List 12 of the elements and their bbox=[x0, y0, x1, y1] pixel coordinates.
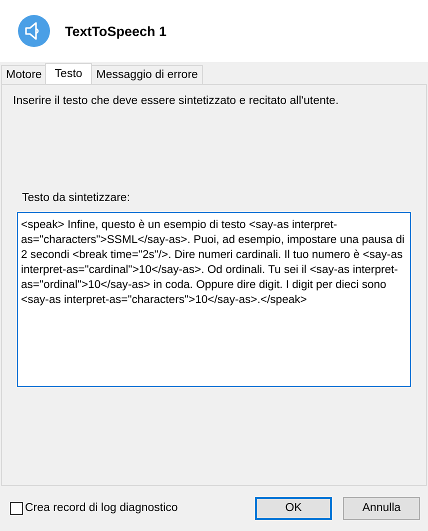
dialog-title: TextToSpeech 1 bbox=[65, 24, 167, 38]
tab[interactable]: Motore bbox=[1, 65, 47, 84]
dialog-button[interactable]: Annulla bbox=[343, 496, 420, 520]
tab[interactable]: Testo bbox=[44, 63, 92, 84]
dialog-button[interactable]: OK bbox=[255, 496, 332, 520]
speaker-icon bbox=[18, 15, 50, 47]
text-area[interactable]: <speak> Infine, questo è un esempio di testo <say-as interpret-as="characters">SSML</say-as>. Puoi, ad esempio, impostare una pausa di 2 secondi <break time="2s"/>. Dire numeri cardinali. Il tuo numero è <say-as interpret-as="cardinal">10</say-as>. Od ordinali. Tu sei il <say-as interpret-as="ordinal">10</say-as> in coda. Oppure dire digit. I digit per dieci sono <say-as interpret-as="characters">10</say-as>.</speak> bbox=[17, 212, 411, 387]
checkbox-label: Crea record di log diagnostico bbox=[25, 502, 179, 514]
tab[interactable]: Messaggio di errore bbox=[91, 65, 203, 84]
field-label: Testo da sintetizzare: bbox=[22, 192, 132, 204]
checkbox[interactable] bbox=[10, 502, 23, 514]
instructions-text: Inserire il testo che deve essere sintetizzato e recitato all'utente. bbox=[13, 95, 340, 107]
